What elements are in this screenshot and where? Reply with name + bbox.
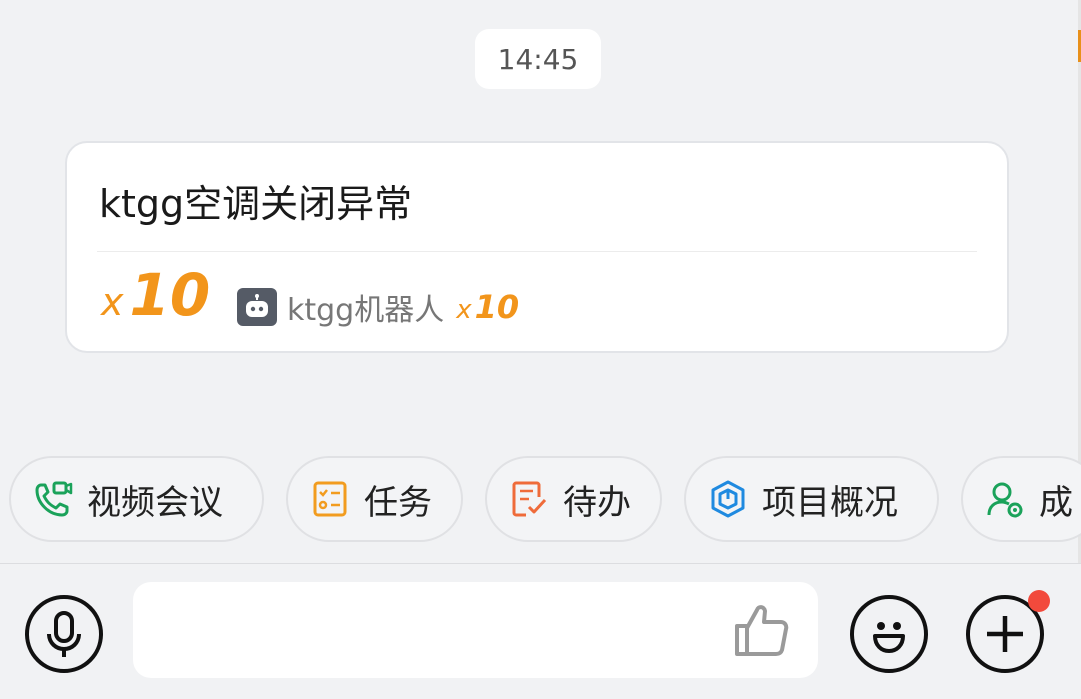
quick-action-project-overview[interactable]: 项目概况 <box>684 456 939 542</box>
quick-action-label: 视频会议 <box>87 482 223 523</box>
thumbs-up-icon[interactable] <box>731 600 791 660</box>
member-settings-icon <box>987 482 1023 518</box>
reactor-count-number: 10 <box>474 288 520 326</box>
quick-action-label: 任务 <box>364 482 432 523</box>
project-cube-icon <box>711 480 745 518</box>
reactor-count-prefix: x <box>456 295 472 325</box>
video-call-icon <box>35 481 73 517</box>
notification-dot <box>1028 590 1050 612</box>
voice-button[interactable] <box>25 595 103 673</box>
quick-action-todo[interactable]: 待办 <box>485 456 662 542</box>
reaction-total-prefix: x <box>101 280 124 324</box>
message-input[interactable] <box>153 582 717 680</box>
message-card[interactable]: ktgg空调关闭异常 x 10 ktgg机器人 x 10 <box>65 141 1009 353</box>
card-divider <box>97 251 977 252</box>
reactor-count: x 10 <box>456 288 519 326</box>
quick-action-bar: 视频会议 任务 待办 项目概况 成 <box>0 456 1081 546</box>
smiley-icon <box>873 622 905 653</box>
quick-action-label: 待办 <box>563 482 631 523</box>
microphone-icon <box>47 611 81 657</box>
timestamp-badge: 14:45 <box>475 29 601 89</box>
task-list-icon <box>313 481 347 517</box>
reactor-entry[interactable]: ktgg机器人 x 10 <box>237 285 519 329</box>
input-bar <box>0 564 1081 699</box>
robot-avatar-icon <box>237 288 277 326</box>
timestamp-text: 14:45 <box>497 42 579 76</box>
quick-action-label: 项目概况 <box>762 482 898 523</box>
message-title: ktgg空调关闭异常 <box>99 182 413 226</box>
quick-action-member[interactable]: 成 <box>961 456 1081 542</box>
quick-action-video-meeting[interactable]: 视频会议 <box>9 456 264 542</box>
message-input-box[interactable] <box>133 582 818 680</box>
todo-check-icon <box>512 481 547 517</box>
quick-action-label: 成 <box>1039 482 1073 523</box>
reaction-total[interactable]: x 10 <box>101 261 210 329</box>
quick-action-task[interactable]: 任务 <box>286 456 463 542</box>
emoji-button[interactable] <box>850 595 928 673</box>
plus-icon <box>987 616 1023 652</box>
reaction-total-number: 10 <box>129 261 211 329</box>
reactor-name: ktgg机器人 <box>287 293 445 328</box>
